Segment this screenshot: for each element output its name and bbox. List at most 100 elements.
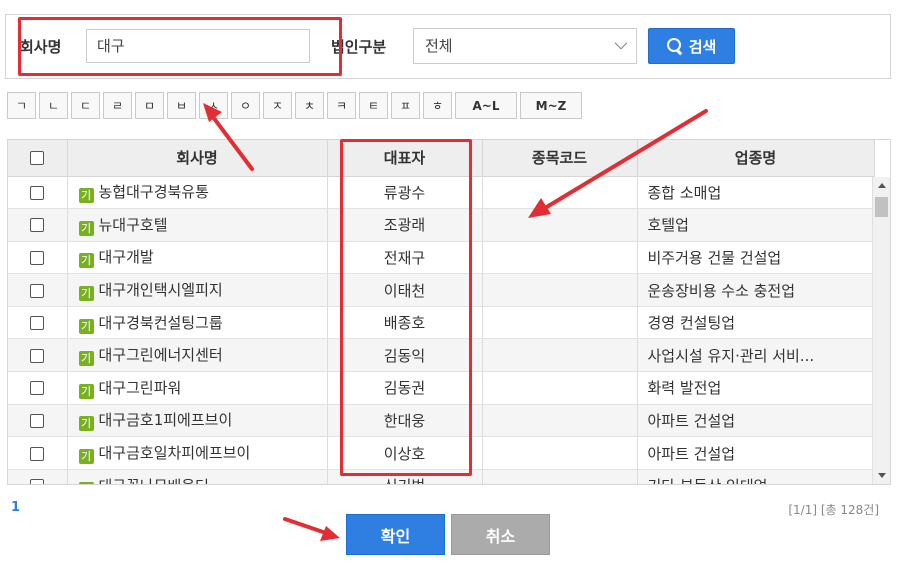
industry-cell: 아파트 건설업 (637, 436, 875, 470)
row-checkbox[interactable] (30, 218, 45, 233)
company-grid: 회사명 대표자 종목코드 업종명 기 농협대구경북유통 류광수 종합 소매업 기 뉴대구호… (7, 139, 891, 485)
stock-code-cell (482, 306, 638, 340)
row-select-cell (8, 338, 68, 373)
row-checkbox[interactable] (30, 446, 45, 461)
scroll-down-icon[interactable] (878, 473, 886, 478)
row-select-cell (8, 273, 68, 307)
company-search-input[interactable]: 대구 (86, 29, 310, 63)
corp-type-badge: 기 (78, 286, 94, 302)
ceo-cell: 김동권 (327, 371, 483, 405)
consonant-button[interactable]: ㅍ (391, 92, 420, 119)
grid-header-row: 회사명 대표자 종목코드 업종명 (8, 140, 875, 177)
company-cell[interactable]: 기 대구그린파워 (67, 371, 328, 405)
table-row[interactable]: 기 대구그린파워 김동권 화력 발전업 (8, 371, 875, 405)
company-cell[interactable]: 기 뉴대구호텔 (67, 208, 328, 242)
table-row[interactable]: 기 뉴대구호텔 조광래 호텔업 (8, 208, 875, 242)
consonant-button[interactable]: ㄹ (103, 92, 132, 119)
ceo-cell: 류광수 (327, 176, 483, 210)
consonant-button[interactable]: ㅎ (423, 92, 452, 119)
header-stock-code[interactable]: 종목코드 (482, 140, 638, 177)
vertical-scrollbar[interactable] (872, 177, 890, 484)
range-button-a-l[interactable]: A~L (455, 92, 517, 119)
row-select-cell (8, 241, 68, 275)
table-row[interactable]: 기 대구개인택시엘피지 이태천 운송장비용 수소 충전업 (8, 273, 875, 307)
page-info: [1/1] [총 128건] (788, 503, 879, 517)
consonant-button[interactable]: ㅂ (167, 92, 196, 119)
page-number[interactable]: 1 (11, 500, 20, 515)
stock-code-cell (482, 208, 638, 242)
company-cell[interactable]: 기 대구그린에너지센터 (67, 338, 328, 373)
corp-type-badge: 기 (78, 253, 94, 269)
table-row[interactable]: 기 대구금호1피에프브이 한대웅 아파트 건설업 (8, 404, 875, 438)
header-industry[interactable]: 업종명 (637, 140, 875, 177)
range-button-m-z[interactable]: M~Z (520, 92, 582, 119)
table-row[interactable]: 기 대구꽃나무배움터 신기범 기타 부동산 임대업 (8, 469, 875, 484)
company-cell[interactable]: 기 대구꽃나무배움터 (67, 469, 328, 484)
company-name: 뉴대구호텔 (98, 215, 168, 234)
company-cell[interactable]: 기 농협대구경북유통 (67, 176, 328, 210)
row-checkbox[interactable] (30, 250, 45, 265)
cancel-button[interactable]: 취소 (451, 514, 550, 555)
consonant-button[interactable]: ㄷ (71, 92, 100, 119)
consonant-button[interactable]: ㅋ (327, 92, 356, 119)
row-checkbox[interactable] (30, 316, 45, 331)
consonant-button[interactable]: ㄱ (7, 92, 36, 119)
scroll-up-icon[interactable] (878, 183, 886, 188)
row-checkbox[interactable] (30, 283, 45, 298)
consonant-button[interactable]: ㄴ (39, 92, 68, 119)
company-name: 대구경북컨설팅그룹 (98, 313, 223, 332)
company-name: 대구그린에너지센터 (98, 346, 223, 365)
corp-type-badge: 기 (78, 481, 94, 484)
company-cell[interactable]: 기 대구개인택시엘피지 (67, 273, 328, 307)
consonant-button[interactable]: ㅌ (359, 92, 388, 119)
company-cell[interactable]: 기 대구경북컨설팅그룹 (67, 306, 328, 340)
corp-type-value: 전체 (425, 37, 453, 55)
table-row[interactable]: 기 농협대구경북유통 류광수 종합 소매업 (8, 176, 875, 210)
stock-code-cell (482, 436, 638, 470)
annotation-arrowhead-confirm (320, 526, 340, 541)
ceo-cell: 이태천 (327, 273, 483, 307)
row-select-cell (8, 371, 68, 405)
search-icon (666, 38, 683, 54)
company-cell[interactable]: 기 대구금호1피에프브이 (67, 404, 328, 438)
row-checkbox[interactable] (30, 348, 45, 363)
company-name: 대구꽃나무배움터 (99, 477, 209, 484)
row-select-cell (8, 306, 68, 340)
row-select-cell (8, 404, 68, 438)
row-checkbox[interactable] (30, 413, 45, 428)
search-button[interactable]: 검색 (648, 28, 735, 64)
table-row[interactable]: 기 대구개발 전재구 비주거용 건물 건설업 (8, 241, 875, 275)
consonant-button[interactable]: ㅁ (135, 92, 164, 119)
row-checkbox[interactable] (30, 185, 45, 200)
company-name: 대구금호일차피에프브이 (98, 444, 251, 463)
company-name: 대구개인택시엘피지 (98, 281, 223, 300)
company-cell[interactable]: 기 대구금호일차피에프브이 (67, 436, 328, 470)
consonant-button[interactable]: ㅊ (295, 92, 324, 119)
select-all-checkbox[interactable] (30, 151, 45, 166)
corp-type-badge: 기 (78, 318, 94, 334)
industry-cell: 아파트 건설업 (637, 404, 875, 438)
corp-type-badge: 기 (78, 416, 94, 432)
annotation-arrow-confirm (283, 517, 328, 535)
consonant-button[interactable]: ㅈ (263, 92, 292, 119)
company-name: 농협대구경북유통 (98, 183, 209, 202)
header-company[interactable]: 회사명 (67, 140, 328, 177)
corp-type-badge: 기 (78, 220, 94, 236)
company-cell[interactable]: 기 대구개발 (67, 241, 328, 275)
header-ceo[interactable]: 대표자 (327, 140, 483, 177)
consonant-button[interactable]: ㅅ (199, 92, 228, 119)
ceo-cell: 전재구 (327, 241, 483, 275)
corp-type-badge: 기 (78, 351, 94, 367)
corp-type-label: 법인구분 (331, 38, 387, 56)
row-checkbox[interactable] (30, 479, 45, 484)
grid-body: 기 농협대구경북유통 류광수 종합 소매업 기 뉴대구호텔 조광래 호텔업 기 대구개발 전재구 비주… (8, 176, 875, 484)
stock-code-cell (482, 176, 638, 210)
row-checkbox[interactable] (30, 381, 45, 396)
corp-type-select[interactable]: 전체 (413, 28, 637, 64)
table-row[interactable]: 기 대구그린에너지센터 김동익 사업시설 유지·관리 서비... (8, 338, 875, 373)
table-row[interactable]: 기 대구금호일차피에프브이 이상호 아파트 건설업 (8, 436, 875, 470)
confirm-button[interactable]: 확인 (346, 514, 445, 555)
consonant-button[interactable]: ㅇ (231, 92, 260, 119)
table-row[interactable]: 기 대구경북컨설팅그룹 배종호 경영 컨설팅업 (8, 306, 875, 340)
scroll-thumb[interactable] (875, 197, 888, 217)
